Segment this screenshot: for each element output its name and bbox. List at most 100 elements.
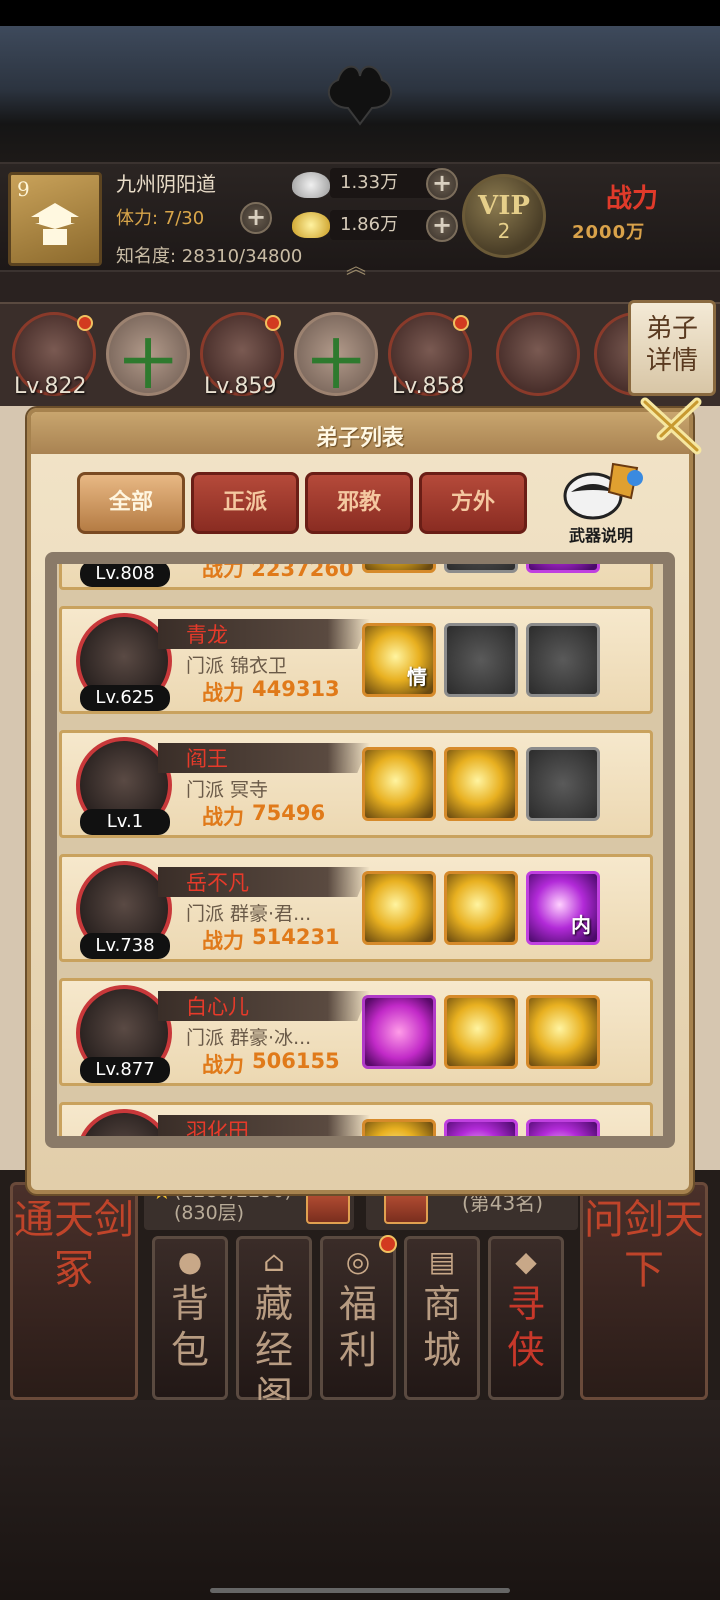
power-label: 战力: [202, 805, 244, 829]
backpack-label: 背包: [170, 1282, 209, 1372]
skill-icon[interactable]: [444, 747, 518, 821]
disciple-detail-button[interactable]: 弟子详情: [628, 300, 716, 396]
welfare-label: 福利: [338, 1282, 377, 1372]
skill-empty-slot[interactable]: [526, 747, 600, 821]
bottom-decoration: [0, 1400, 720, 1600]
disciple-sect: 门派 群豪·冰...: [186, 1027, 312, 1049]
disciple-level: Lv.1: [80, 809, 170, 835]
vip-badge[interactable]: VIP 2: [462, 174, 546, 258]
add-icon: 十: [121, 336, 174, 396]
empty-hero-slot-1[interactable]: 十: [106, 312, 190, 396]
game-screen: 9 九州阴阳道 体力: 7/30 + 知名度: 28310/34800 1.33…: [0, 0, 720, 1600]
shop-button[interactable]: ▤ 商城: [404, 1236, 480, 1400]
notification-dot: [265, 315, 281, 331]
disciple-list[interactable]: Lv.808 战力 2237260 Lv.625 青龙 门派 锦衣卫 战力 44…: [57, 564, 663, 1136]
notification-dot: [453, 315, 469, 331]
disciple-name: 羽化田: [186, 1119, 249, 1136]
vip-level: 2: [497, 219, 511, 243]
disciple-list-modal: 弟子列表 全部 正派 邪教 方外 武器说明 Lv.808 战力 2237260 …: [27, 397, 702, 1194]
tab-righteous[interactable]: 正派: [191, 472, 299, 534]
disciple-list-panel: Lv.808 战力 2237260 Lv.625 青龙 门派 锦衣卫 战力 44…: [45, 552, 675, 1148]
modal-title-bar: 弟子列表: [31, 412, 689, 454]
hero-strip: Lv.822 十 Lv.859 十 Lv.858: [0, 302, 720, 406]
disciple-row[interactable]: Lv.738 岳不凡 门派 群豪·君... 战力 514231 内: [59, 854, 653, 962]
skill-icon[interactable]: 内: [526, 871, 600, 945]
disciple-row[interactable]: Lv.877 白心儿 门派 群豪·冰... 战力 506155: [59, 978, 653, 1086]
add-silver-button[interactable]: +: [426, 168, 458, 200]
skill-icon[interactable]: [444, 995, 518, 1069]
add-stamina-button[interactable]: +: [240, 202, 272, 234]
roof-background: [0, 26, 720, 166]
weapon-info-label: 武器说明: [568, 526, 633, 545]
hero-slot-4[interactable]: [496, 312, 580, 396]
skill-empty-slot[interactable]: [444, 564, 518, 573]
disciple-level: Lv.625: [80, 685, 170, 711]
player-avatar[interactable]: 9: [8, 172, 102, 266]
pavilion-icon: ⌂: [263, 1245, 285, 1278]
disciple-row[interactable]: 羽化田: [59, 1102, 653, 1136]
skill-icon[interactable]: [526, 995, 600, 1069]
skill-icon[interactable]: [526, 1119, 600, 1136]
home-indicator[interactable]: [210, 1588, 510, 1593]
power-value: 2000万: [572, 222, 646, 243]
skill-icon[interactable]: [362, 995, 436, 1069]
tongtian-jianzhong-button[interactable]: 通天剑冢: [10, 1182, 138, 1400]
seal-icon: ◆: [515, 1245, 537, 1278]
player-name: 九州阴阳道: [116, 172, 216, 196]
empty-hero-slot-2[interactable]: 十: [294, 312, 378, 396]
disciple-power: 449313: [252, 677, 340, 701]
skill-empty-slot[interactable]: [526, 623, 600, 697]
add-gold-button[interactable]: +: [426, 210, 458, 242]
fame-label: 知名度: 28310/34800: [116, 246, 303, 267]
stamina-label: 体力: 7/30: [116, 208, 205, 229]
disciple-level: Lv.808: [80, 564, 170, 587]
disciple-sect: 门派 锦衣卫: [186, 655, 288, 677]
seek-hero-button[interactable]: ◆ 寻侠: [488, 1236, 564, 1400]
skill-icon[interactable]: [526, 564, 600, 573]
weapon-info-button[interactable]: 武器说明: [551, 458, 651, 545]
add-icon: 十: [309, 336, 362, 396]
hero-level-3: Lv.858: [392, 374, 465, 399]
skill-empty-slot[interactable]: [444, 623, 518, 697]
hero-level-1: Lv.822: [14, 374, 87, 399]
library-button[interactable]: ⌂ 藏经阁: [236, 1236, 312, 1418]
skill-icon[interactable]: [362, 747, 436, 821]
tab-all[interactable]: 全部: [77, 472, 185, 534]
expand-chevron-icon[interactable]: ︽: [346, 250, 366, 279]
disciple-row[interactable]: Lv.625 青龙 门派 锦衣卫 战力 449313 情: [59, 606, 653, 714]
skill-icon[interactable]: [362, 564, 436, 573]
tab-evil[interactable]: 邪教: [305, 472, 413, 534]
disciple-row-partial[interactable]: Lv.808 战力 2237260: [59, 564, 653, 590]
power-label: 战力: [202, 681, 244, 705]
status-bar: [0, 0, 720, 26]
skill-icon[interactable]: [444, 1119, 518, 1136]
silver-icon: [292, 172, 330, 198]
disciple-sect: 门派 群豪·君...: [186, 903, 312, 925]
coin-icon: ◎: [345, 1245, 371, 1278]
notification-dot: [379, 1235, 397, 1253]
shop-label: 商城: [422, 1282, 461, 1372]
disciple-power: 514231: [252, 925, 340, 949]
disciple-name: 阎王: [186, 747, 228, 771]
skill-icon[interactable]: [444, 871, 518, 945]
disciple-level: Lv.877: [80, 1057, 170, 1083]
gold-amount: 1.86万: [330, 210, 440, 240]
welfare-button[interactable]: ◎ 福利: [320, 1235, 397, 1400]
pagoda-icon: [31, 203, 79, 245]
wenjian-tianxia-button[interactable]: 问剑天下: [580, 1182, 708, 1400]
close-icon[interactable]: [631, 392, 711, 462]
skill-type: 内: [571, 913, 591, 937]
backpack-button[interactable]: ● 背包: [152, 1236, 228, 1400]
disciple-name: 青龙: [186, 623, 228, 647]
disciple-row[interactable]: Lv.1 阎王 门派 冥寺 战力 75496: [59, 730, 653, 838]
power-label: 战力: [202, 1053, 244, 1077]
tab-outsider[interactable]: 方外: [419, 472, 527, 534]
disciple-power: 506155: [252, 1049, 340, 1073]
skill-type: 情: [407, 665, 427, 689]
player-level: 9: [17, 177, 30, 201]
skill-icon[interactable]: [362, 1119, 436, 1136]
cloud-ornament-icon: [327, 65, 393, 126]
modal-title: 弟子列表: [315, 426, 404, 451]
skill-icon[interactable]: [362, 871, 436, 945]
skill-icon[interactable]: 情: [362, 623, 436, 697]
